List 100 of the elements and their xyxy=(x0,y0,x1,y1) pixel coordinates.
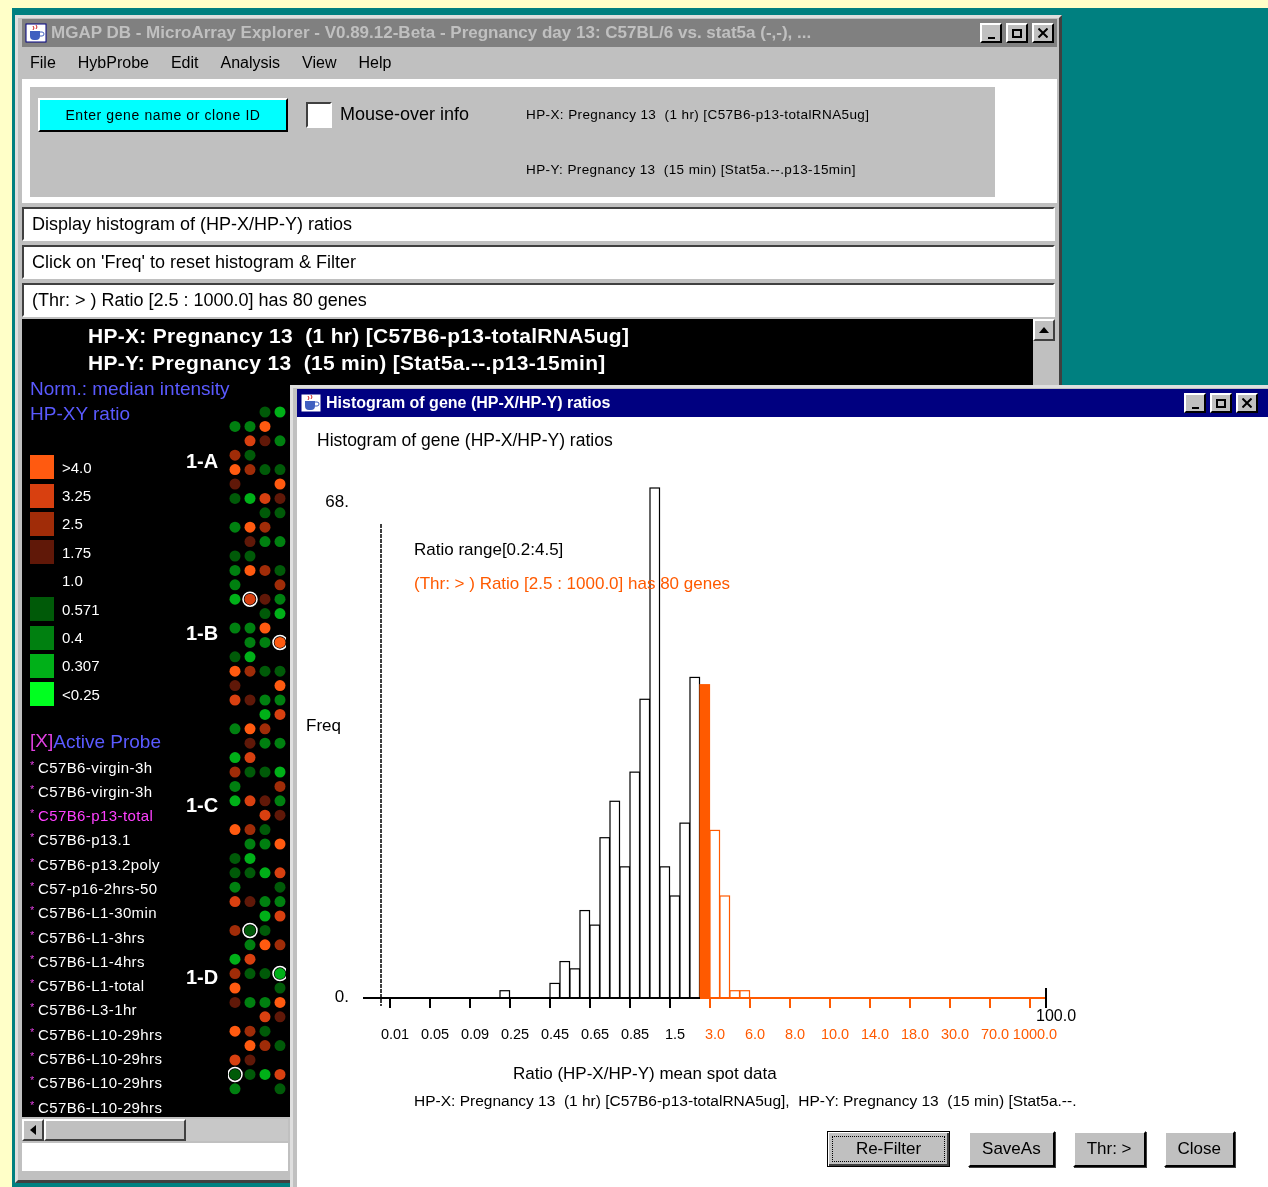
probe-item[interactable]: C57B6-L1-total xyxy=(38,976,145,996)
message-field: (Thr: > ) Ratio [2.5 : 1000.0] has 80 genes xyxy=(22,283,1055,317)
probe-bullet: * xyxy=(30,976,36,991)
probe-info: HP-Y: Pregnancy 13 (15 min) [Stat5a.--.p13-15min] xyxy=(525,162,857,177)
probe-bullet: * xyxy=(30,806,36,821)
tick-label: 3.0 xyxy=(704,1026,726,1042)
probe-bullet: * xyxy=(30,830,36,845)
legend-label: 0.4 xyxy=(62,629,83,647)
histogram-bar xyxy=(499,990,511,999)
probe-item[interactable]: C57B6-L10-29hrs xyxy=(38,1097,163,1117)
legend-title: HP-XY ratio xyxy=(30,402,130,426)
minimize-button[interactable] xyxy=(980,23,1002,43)
canvas-header: HP-Y: Pregnancy 13 (15 min) [Stat5a.--.p13-15min] xyxy=(87,350,607,376)
maximize-button[interactable] xyxy=(1210,393,1232,413)
chart-title: Histogram of gene (HP-X/HP-Y) ratios xyxy=(316,429,613,451)
minimize-button[interactable] xyxy=(1184,393,1206,413)
menu-item[interactable]: Analysis xyxy=(220,54,281,72)
histogram-bar xyxy=(739,990,751,999)
checkbox-label: Mouse-over info xyxy=(340,104,470,125)
tick-label: 1000.0 xyxy=(1012,1026,1058,1042)
dialog-button[interactable]: Re-Filter xyxy=(826,1131,951,1167)
probe-item[interactable]: C57B6-L10-29hrs xyxy=(38,1049,163,1069)
canvas-header: HP-X: Pregnancy 13 (1 hr) [C57B6-p13-totalRNA5ug] xyxy=(87,323,631,349)
dialog-button[interactable]: Thr: > xyxy=(1072,1131,1146,1167)
message-field: Click on 'Freq' to reset histogram & Filter xyxy=(22,245,1055,279)
range-note: Ratio range[0.2:4.5] xyxy=(414,540,564,559)
gene-search-button[interactable]: Enter gene name or clone ID xyxy=(38,97,288,132)
probe-item[interactable]: C57B6-L1-30min xyxy=(38,903,157,923)
tick-label: 1.5 xyxy=(664,1026,686,1042)
active-mark: [X] xyxy=(30,728,54,753)
input-field[interactable] xyxy=(22,1143,288,1171)
close-icon xyxy=(1038,28,1048,38)
scroll-up-button[interactable] xyxy=(1033,319,1055,341)
java-cup-icon xyxy=(25,23,47,43)
scroll-left-button[interactable] xyxy=(22,1119,44,1141)
axis-label: Freq xyxy=(306,716,341,735)
legend-label: 2.5 xyxy=(62,515,83,533)
probe-item[interactable]: C57B6-L10-29hrs xyxy=(38,1073,163,1093)
legend-label: <0.25 xyxy=(62,685,100,703)
normalization-label: Norm.: median intensity xyxy=(30,377,230,401)
minimize-icon xyxy=(1191,406,1199,409)
tick-label: 0. xyxy=(334,987,349,1007)
maximize-icon xyxy=(1012,28,1022,38)
probe-item[interactable]: C57B6-L10-29hrs xyxy=(38,1024,163,1044)
legend-label: 1.75 xyxy=(62,543,92,561)
tick-label: 8.0 xyxy=(784,1026,806,1042)
probe-item[interactable]: C57B6-p13.2poly xyxy=(38,854,160,874)
close-icon xyxy=(1242,398,1252,408)
scroll-thumb[interactable] xyxy=(44,1119,186,1141)
tick-label: 30.0 xyxy=(940,1026,970,1042)
close-button[interactable] xyxy=(1032,23,1054,43)
legend-label: 0.571 xyxy=(62,600,100,618)
legend-label: 3.25 xyxy=(62,487,92,505)
legend-label: 1.0 xyxy=(62,572,83,590)
probe-item[interactable]: C57B6-p13-total xyxy=(38,806,154,826)
block-label: 1-C xyxy=(186,794,219,817)
menu-item[interactable]: HybProbe xyxy=(77,54,149,72)
probe-bullet: * xyxy=(30,1000,36,1015)
menu-item[interactable]: Edit xyxy=(170,54,199,72)
probe-heading: Active Probe xyxy=(53,729,161,754)
tick-label: 0.25 xyxy=(500,1026,530,1042)
tick-label: 0.09 xyxy=(460,1026,490,1042)
menu-item[interactable]: View xyxy=(302,54,337,72)
tick-label: 70.0 xyxy=(980,1026,1010,1042)
tick-label: 0.01 xyxy=(380,1026,410,1042)
probe-item[interactable]: C57B6-L3-1hr xyxy=(38,1000,138,1020)
close-button[interactable] xyxy=(1236,393,1258,413)
probe-bullet: * xyxy=(30,1073,36,1088)
tick-label: 0.85 xyxy=(620,1026,650,1042)
tick-label: 68. xyxy=(325,492,349,512)
window-title: Histogram of gene (HP-X/HP-Y) ratios xyxy=(326,394,612,412)
probe-item[interactable]: C57B6-virgin-3h xyxy=(38,757,153,777)
dialog-button[interactable]: Close xyxy=(1163,1131,1235,1167)
chart-caption: HP-X: Pregnancy 13 (1 hr) [C57B6-p13-totalRNA5ug], HP-Y: Pregnancy 13 (15 min) [Stat5a.--. xyxy=(413,1091,1077,1111)
window-title: MGAP DB - MicroArray Explorer - V0.89.12-Beta - Pregnancy day 13: C57BL/6 vs. stat5a (-,-), ... xyxy=(51,23,813,43)
up-arrow-icon xyxy=(1039,327,1049,333)
probe-bullet: * xyxy=(30,903,36,918)
dialog-button[interactable]: SaveAs xyxy=(968,1131,1055,1167)
probe-item[interactable]: C57B6-virgin-3h xyxy=(38,781,153,801)
block-label: 1-D xyxy=(186,966,219,989)
tick-label: 14.0 xyxy=(860,1026,890,1042)
block-label: 1-B xyxy=(186,622,219,645)
probe-item[interactable]: C57-p16-2hrs-50 xyxy=(38,879,158,898)
axis-label: Ratio (HP-X/HP-Y) mean spot data xyxy=(513,1064,777,1083)
tick-label: 0.65 xyxy=(580,1026,610,1042)
menu-item[interactable]: File xyxy=(30,54,56,72)
legend-label: >4.0 xyxy=(62,458,92,476)
tick-label: 0.05 xyxy=(420,1026,450,1042)
message-field: Display histogram of (HP-X/HP-Y) ratios xyxy=(22,207,1055,241)
probe-bullet: * xyxy=(30,781,36,796)
left-arrow-icon xyxy=(30,1125,36,1135)
maximize-button[interactable] xyxy=(1006,23,1028,43)
probe-item[interactable]: C57B6-L1-4hrs xyxy=(38,951,145,971)
probe-item[interactable]: C57B6-p13.1 xyxy=(38,830,131,850)
horizontal-scrollbar[interactable] xyxy=(22,1119,288,1141)
menu-item[interactable]: Help xyxy=(358,54,392,72)
probe-bullet: * xyxy=(30,879,36,893)
probe-bullet: * xyxy=(30,1049,36,1064)
checkbox[interactable] xyxy=(306,101,332,128)
probe-item[interactable]: C57B6-L1-3hrs xyxy=(38,927,145,947)
